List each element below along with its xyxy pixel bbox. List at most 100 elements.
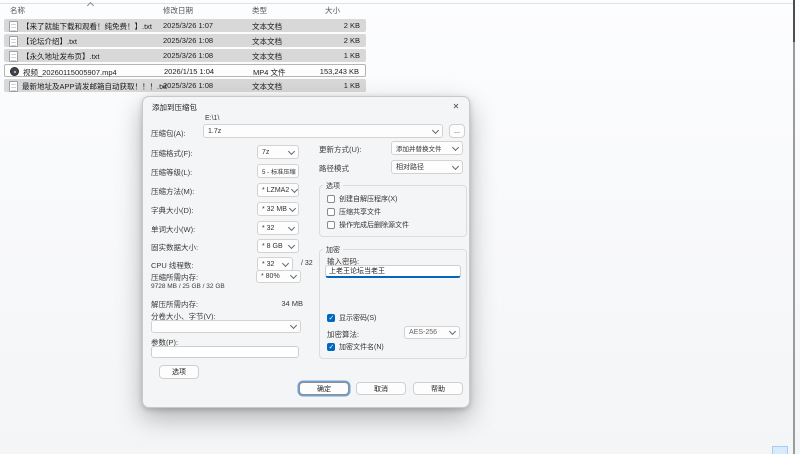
level-value: 5 - 标准压缩: [262, 168, 296, 176]
encryption-method-value: AES-256: [409, 329, 438, 336]
method-select[interactable]: * LZMA2: [257, 183, 299, 197]
file-type: 文本文档: [252, 52, 282, 61]
level-select[interactable]: 5 - 标准压缩: [257, 164, 299, 178]
cpu-threads-select[interactable]: * 32: [257, 257, 293, 271]
column-header-date[interactable]: 修改日期: [163, 5, 193, 16]
file-name: 【永久地址发布页】.txt: [22, 52, 100, 61]
word-size-label: 单词大小(W):: [151, 225, 196, 234]
column-header-size[interactable]: 大小: [325, 5, 340, 16]
archive-name-input[interactable]: 1.7z: [203, 124, 443, 138]
memory-usage-value: * 80%: [261, 273, 280, 280]
text-file-icon: [9, 51, 18, 62]
compress-shared-label: 压缩共享文件: [339, 209, 381, 216]
update-mode-value: 添加并替换文件: [396, 146, 442, 153]
chevron-down-icon: [431, 126, 440, 134]
browse-button[interactable]: ...: [449, 124, 465, 138]
text-file-icon: [9, 36, 18, 47]
create-sfx-label: 创建自解压程序(X): [339, 196, 398, 203]
checkbox-checked-icon: [327, 343, 335, 351]
checkbox-icon: [327, 195, 335, 203]
update-mode-select[interactable]: 添加并替换文件: [391, 141, 463, 155]
solid-block-value: * 8 GB: [262, 242, 283, 250]
solid-block-label: 固实数据大小:: [151, 243, 199, 252]
memory-usage-select[interactable]: * 80%: [256, 270, 301, 283]
format-label: 压缩格式(F):: [151, 149, 193, 158]
taskbar-corner-chip: [772, 446, 788, 454]
file-type: 文本文档: [252, 22, 282, 31]
update-mode-label: 更新方式(U):: [319, 145, 362, 154]
chevron-down-icon: [448, 327, 457, 336]
encryption-method-label: 加密算法:: [327, 330, 360, 339]
dictionary-size-label: 字典大小(D):: [151, 206, 194, 215]
file-type: MP4 文件: [253, 68, 286, 77]
column-header-type[interactable]: 类型: [252, 5, 267, 16]
file-date: 2025/3/26 1:08: [163, 51, 214, 60]
cancel-button[interactable]: 取消: [356, 382, 406, 395]
chevron-down-icon: [281, 259, 290, 267]
path-mode-label: 路径模式: [319, 164, 349, 173]
chevron-down-icon: [287, 241, 296, 249]
options-button[interactable]: 选项: [159, 365, 199, 379]
close-icon[interactable]: ✕: [448, 99, 464, 113]
delete-after-checkbox[interactable]: 操作完成后删除源文件: [327, 220, 409, 230]
compress-shared-checkbox[interactable]: 压缩共享文件: [327, 207, 381, 217]
table-row[interactable]: 最新地址及APP请发邮箱自动获取！！！.txt 2025/3/26 1:08 文…: [4, 79, 366, 92]
format-select[interactable]: 7z: [257, 145, 299, 159]
create-sfx-checkbox[interactable]: 创建自解压程序(X): [327, 194, 397, 204]
column-header-name[interactable]: 名称: [10, 5, 25, 16]
file-date: 2026/1/15 1:04: [164, 67, 215, 76]
cpu-threads-label: CPU 线程数:: [151, 261, 194, 270]
word-size-select[interactable]: * 32: [257, 221, 299, 235]
dictionary-size-select[interactable]: * 32 MB: [257, 202, 299, 216]
memory-compress-label: 压缩所需内存:: [151, 273, 199, 282]
checkbox-icon: [327, 221, 335, 229]
checkbox-checked-icon: [327, 314, 335, 322]
file-name: 视频_20260115005907.mp4: [23, 68, 117, 77]
table-row[interactable]: 【来了就能下载和观看！纯免费！】.txt 2025/3/26 1:07 文本文档…: [4, 19, 366, 32]
file-name: 【来了就能下载和观看！纯免费！】.txt: [22, 22, 153, 31]
chevron-down-icon: [291, 185, 298, 193]
method-label: 压缩方法(M):: [151, 187, 195, 196]
level-label: 压缩等级(L):: [151, 168, 193, 177]
table-row[interactable]: 【永久地址发布页】.txt 2025/3/26 1:08 文本文档 1 KB: [4, 49, 366, 62]
chevron-down-icon: [288, 204, 296, 212]
table-row[interactable]: 【论坛介绍】.txt 2025/3/26 1:08 文本文档 2 KB: [4, 34, 366, 47]
chevron-down-icon: [297, 166, 298, 174]
file-size: 2 KB: [343, 36, 360, 45]
file-list-header: 名称 修改日期 类型 大小: [4, 4, 366, 17]
table-row[interactable]: 视频_20260115005907.mp4 2026/1/15 1:04 MP4…: [4, 64, 366, 77]
archive-dir-label: E:\1\: [205, 115, 220, 122]
encrypt-filenames-label: 加密文件名(N): [339, 344, 384, 351]
help-button[interactable]: 帮助: [413, 382, 463, 395]
delete-after-label: 操作完成后删除源文件: [339, 222, 409, 229]
file-date: 2025/3/26 1:07: [163, 21, 214, 30]
volume-size-select[interactable]: [151, 320, 301, 333]
encryption-group-title: 加密: [323, 245, 343, 255]
dialog-title: 添加到压缩包: [152, 103, 197, 112]
media-file-icon: [10, 67, 19, 76]
archive-name-value: 1.7z: [208, 127, 222, 135]
encryption-method-select[interactable]: AES-256: [404, 326, 460, 339]
encrypt-filenames-checkbox[interactable]: 加密文件名(N): [327, 342, 384, 352]
file-type: 文本文档: [252, 37, 282, 46]
path-mode-select[interactable]: 相对路径: [391, 160, 463, 174]
chevron-down-icon: [289, 271, 298, 280]
file-type: 文本文档: [252, 82, 282, 91]
word-size-value: * 32: [262, 224, 275, 232]
file-size: 2 KB: [343, 21, 360, 30]
file-date: 2025/3/26 1:08: [163, 36, 214, 45]
window-right-edge-scrollbar[interactable]: [793, 0, 795, 454]
archive-name-label: 压缩包(A):: [151, 129, 186, 138]
solid-block-select[interactable]: * 8 GB: [257, 239, 299, 253]
dictionary-size-value: * 32 MB: [262, 205, 287, 213]
cpu-threads-value: * 32: [262, 260, 275, 268]
password-input[interactable]: [325, 265, 461, 278]
file-name: 最新地址及APP请发邮箱自动获取！！！.txt: [22, 82, 168, 91]
cpu-threads-max: / 32: [301, 260, 313, 267]
show-password-checkbox[interactable]: 显示密码(S): [327, 313, 376, 323]
parameters-input[interactable]: [151, 346, 299, 358]
ok-button[interactable]: 确定: [299, 382, 349, 395]
path-mode-value: 相对路径: [396, 164, 424, 171]
chevron-down-icon: [287, 223, 296, 231]
chevron-down-icon: [289, 321, 298, 330]
